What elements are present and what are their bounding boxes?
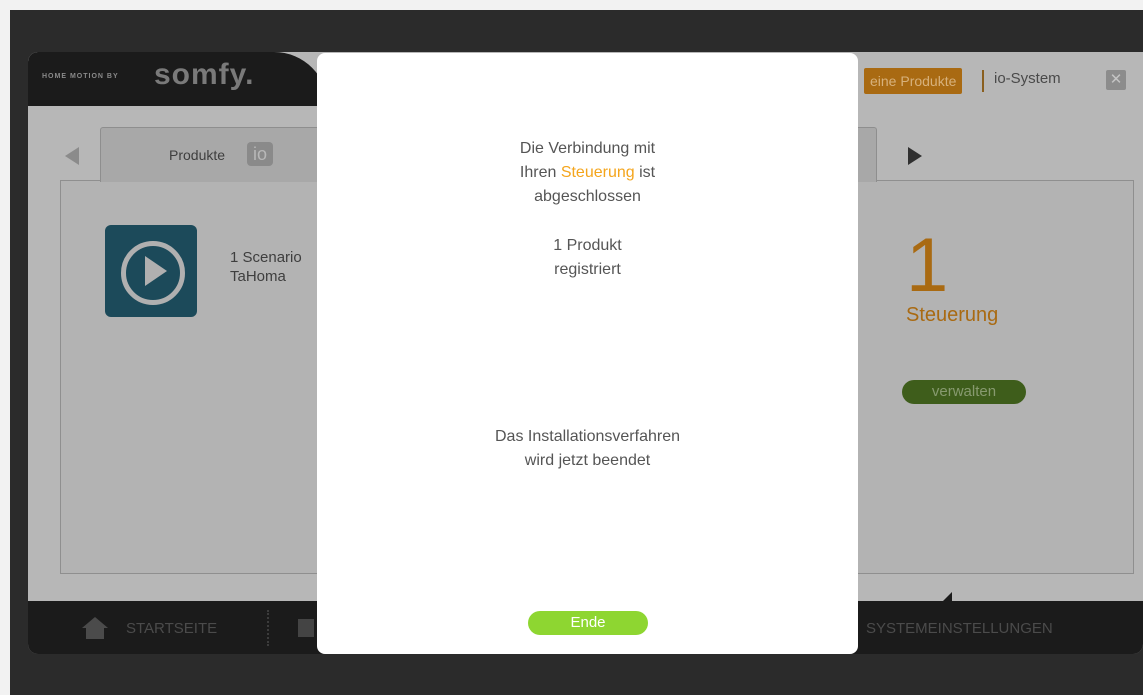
close-icon[interactable]: ✕ [1106, 70, 1126, 90]
play-scenario-icon[interactable] [105, 225, 197, 317]
brand-name: somfy. [154, 58, 255, 91]
nav-io-system[interactable]: io-System [994, 70, 1061, 87]
play-icon [145, 256, 167, 286]
scenario-system: TaHoma [230, 268, 286, 285]
io-badge-icon: io [247, 142, 273, 166]
dialog-message-line3: abgeschlossen [534, 188, 641, 205]
nav-separator [982, 70, 984, 92]
footer-home-link[interactable]: STARTSEITE [126, 620, 217, 637]
tab-prev-arrow-icon[interactable] [65, 147, 79, 165]
completion-dialog: Die Verbindung mit Ihren Steuerung ist a… [317, 53, 858, 654]
home-roof [82, 617, 108, 628]
screen-left-edge [0, 0, 10, 695]
controller-count: 1 [906, 223, 949, 308]
dialog-message-line2: Ihren Steuerung ist [317, 164, 858, 182]
dialog-line2-suffix: ist [634, 164, 656, 181]
dialog-status-line2: wird jetzt beendet [524, 452, 651, 469]
footer-divider [267, 610, 269, 646]
footer-menu-icon[interactable] [298, 619, 314, 637]
footer-system-settings-link[interactable]: SYSTEMEINSTELLUNGEN [866, 620, 1053, 637]
manage-button[interactable]: verwalten [902, 380, 1026, 404]
dialog-line2-prefix: Ihren [519, 164, 561, 181]
logo: HOME MOTION BY somfy. [28, 52, 328, 106]
scenario-info: 1 Scenario TaHoma [230, 248, 302, 286]
screen-top-edge [0, 0, 1143, 10]
tab-next-arrow-icon[interactable] [908, 147, 922, 165]
dialog-message-line1: Die Verbindung mit [519, 140, 656, 157]
scenario-count: 1 Scenario [230, 249, 302, 266]
brand-tagline: HOME MOTION BY [42, 73, 119, 80]
tab-label: Produkte [169, 147, 226, 163]
home-base [86, 628, 104, 639]
dialog-status-line1: Das Installationsverfahren [495, 428, 680, 445]
dialog-product-count: 1 Produkt [553, 237, 622, 254]
dialog-registered-label: registriert [554, 261, 621, 278]
home-icon[interactable] [82, 617, 108, 639]
dialog-accent-word: Steuerung [560, 164, 635, 181]
end-button[interactable]: Ende [528, 611, 648, 635]
controller-count-label: Steuerung [906, 304, 999, 326]
nav-my-products[interactable]: eine Produkte [864, 68, 963, 94]
